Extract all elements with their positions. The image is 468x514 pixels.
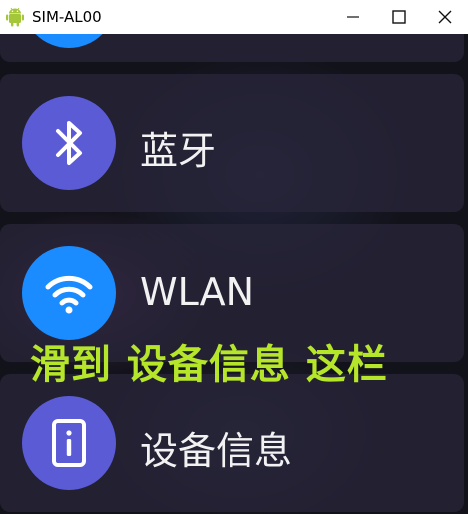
maximize-button[interactable] <box>376 0 422 34</box>
previous-item-icon <box>22 34 116 48</box>
settings-item-previous[interactable] <box>0 34 464 62</box>
settings-item-bluetooth[interactable]: 蓝牙 <box>0 74 464 212</box>
minimize-button[interactable] <box>330 0 376 34</box>
maximize-icon <box>392 10 406 24</box>
instruction-caption: 滑到 设备信息 这栏 <box>30 342 388 388</box>
android-icon <box>4 6 26 28</box>
minimize-icon <box>347 16 359 18</box>
settings-item-label: 设备信息 <box>140 429 293 473</box>
wifi-icon <box>22 246 116 340</box>
emulator-window: SIM-AL00 蓝牙 WLAN 设备信息 滑到 设备信息 这栏 <box>0 0 468 514</box>
window-title: SIM-AL00 <box>32 8 102 26</box>
close-button[interactable] <box>422 0 468 34</box>
close-icon <box>438 10 452 24</box>
window-controls <box>330 0 468 34</box>
device-screen: 蓝牙 WLAN 设备信息 滑到 设备信息 这栏 <box>0 34 468 514</box>
settings-item-label: 蓝牙 <box>140 129 217 173</box>
title-bar: SIM-AL00 <box>0 0 468 34</box>
bluetooth-icon <box>22 96 116 190</box>
settings-item-label: WLAN <box>140 270 255 314</box>
settings-item-device-info[interactable]: 设备信息 <box>0 374 464 512</box>
device-info-icon <box>22 396 116 490</box>
